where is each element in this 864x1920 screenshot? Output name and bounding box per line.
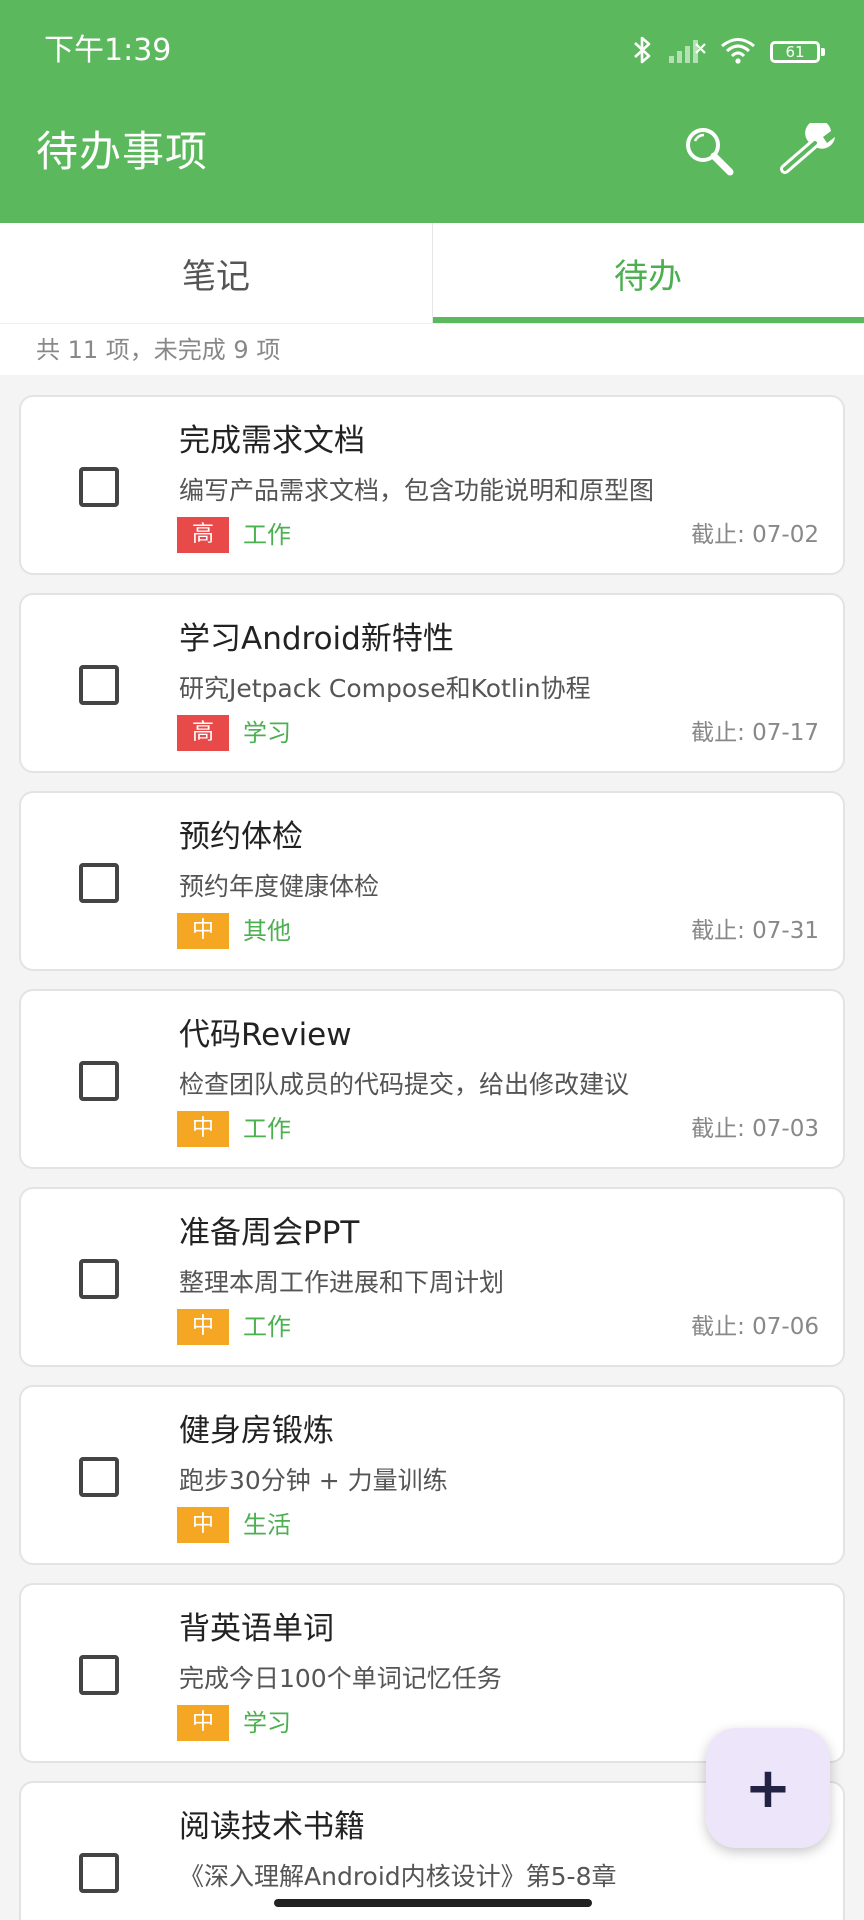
todo-title: 学习Android新特性: [179, 621, 454, 657]
settings-button[interactable]: [779, 120, 841, 182]
tab-notes[interactable]: 笔记: [0, 223, 432, 323]
todo-category: 其他: [243, 917, 291, 945]
todo-description: 预约年度健康体检: [179, 872, 380, 901]
todo-item[interactable]: 准备周会PPT 整理本周工作进展和下周计划 中 工作 截止: 07-06: [19, 1187, 845, 1367]
todo-title: 健身房锻炼: [179, 1413, 334, 1449]
todo-title: 代码Review: [179, 1017, 352, 1053]
todo-item[interactable]: 学习Android新特性 研究Jetpack Compose和Kotlin协程 …: [19, 593, 845, 773]
bluetooth-icon: [632, 34, 654, 70]
todo-category: 工作: [243, 521, 291, 549]
todo-title: 背英语单词: [179, 1611, 334, 1647]
priority-badge: 中: [177, 1507, 229, 1543]
todo-description: 完成今日100个单词记忆任务: [179, 1664, 502, 1693]
signal-icon: [668, 36, 706, 68]
plus-icon: +: [744, 1755, 792, 1821]
todo-checkbox[interactable]: [79, 863, 119, 903]
tab-divider: [432, 223, 433, 323]
status-icons: 61: [632, 32, 825, 72]
todo-category: 工作: [243, 1115, 291, 1143]
todo-checkbox[interactable]: [79, 1259, 119, 1299]
wifi-icon: [720, 36, 756, 68]
search-button[interactable]: [678, 122, 738, 182]
tab-todos[interactable]: 待办: [432, 223, 864, 323]
add-todo-button[interactable]: +: [706, 1728, 830, 1848]
todo-description: 研究Jetpack Compose和Kotlin协程: [179, 674, 591, 703]
todo-checkbox[interactable]: [79, 1457, 119, 1497]
todo-category: 学习: [243, 1709, 291, 1737]
todo-checkbox[interactable]: [79, 665, 119, 705]
todo-item[interactable]: 健身房锻炼 跑步30分钟 + 力量训练 中 生活: [19, 1385, 845, 1565]
todo-summary: 共 11 项，未完成 9 项: [0, 323, 864, 375]
todo-title: 预约体检: [179, 819, 303, 855]
todo-title: 完成需求文档: [179, 423, 365, 459]
search-icon: [681, 123, 735, 181]
todo-category: 学习: [243, 719, 291, 747]
todo-category: 工作: [243, 1313, 291, 1341]
status-time: 下午1:39: [44, 33, 172, 68]
todo-item[interactable]: 代码Review 检查团队成员的代码提交，给出修改建议 中 工作 截止: 07-…: [19, 989, 845, 1169]
priority-badge: 中: [177, 1111, 229, 1147]
todo-category: 生活: [243, 1511, 291, 1539]
todo-description: 《深入理解Android内核设计》第5-8章: [179, 1862, 617, 1891]
todo-checkbox[interactable]: [79, 1061, 119, 1101]
priority-badge: 高: [177, 715, 229, 751]
todo-item[interactable]: 完成需求文档 编写产品需求文档，包含功能说明和原型图 高 工作 截止: 07-0…: [19, 395, 845, 575]
todo-due-date: 截止: 07-17: [691, 720, 819, 746]
todo-checkbox[interactable]: [79, 1655, 119, 1695]
priority-badge: 高: [177, 517, 229, 553]
todo-item[interactable]: 预约体检 预约年度健康体检 中 其他 截止: 07-31: [19, 791, 845, 971]
battery-icon: 61: [770, 41, 825, 63]
app-title: 待办事项: [36, 127, 209, 176]
priority-badge: 中: [177, 1705, 229, 1741]
priority-badge: 中: [177, 913, 229, 949]
todo-title: 阅读技术书籍: [179, 1809, 365, 1845]
todo-description: 检查团队成员的代码提交，给出修改建议: [179, 1070, 630, 1099]
todo-description: 跑步30分钟 + 力量训练: [179, 1466, 448, 1495]
todo-title: 准备周会PPT: [179, 1215, 360, 1251]
todo-checkbox[interactable]: [79, 467, 119, 507]
todo-description: 整理本周工作进展和下周计划: [179, 1268, 505, 1297]
todo-due-date: 截止: 07-02: [691, 522, 819, 548]
todo-description: 编写产品需求文档，包含功能说明和原型图: [179, 476, 655, 505]
home-indicator: [274, 1899, 592, 1907]
todo-checkbox[interactable]: [79, 1853, 119, 1893]
todo-due-date: 截止: 07-06: [691, 1314, 819, 1340]
todo-due-date: 截止: 07-03: [691, 1116, 819, 1142]
app-bar: 下午1:39 61 待办事项: [0, 0, 864, 223]
priority-badge: 中: [177, 1309, 229, 1345]
screen: 下午1:39 61 待办事项 笔记 待办 共 11 项，未完成 9 项 完成需求…: [0, 0, 864, 1920]
todo-due-date: 截止: 07-31: [691, 918, 819, 944]
wrench-icon: [779, 120, 841, 181]
